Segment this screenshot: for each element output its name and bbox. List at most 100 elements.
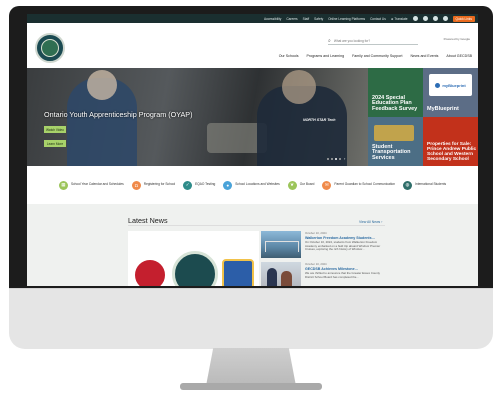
quick-link-registering[interactable]: ◘ Registering for School	[131, 180, 176, 190]
tile-label: 2024 Special Education Plan Feedback Sur…	[372, 94, 418, 113]
nav-about[interactable]: About GECDSB	[446, 54, 472, 58]
slider-dot-active[interactable]	[335, 157, 337, 160]
slider-dot[interactable]	[327, 157, 329, 160]
monitor-chin	[9, 288, 493, 349]
quick-link-school-locations[interactable]: ● School Locations and Websites	[223, 180, 280, 190]
slider-dots: ›	[327, 156, 345, 161]
monitor-stand	[206, 348, 296, 386]
person-image	[267, 268, 277, 286]
tile-myblueprint[interactable]: myBlueprint MyBlueprint	[423, 68, 478, 117]
social-youtube-icon[interactable]	[442, 16, 448, 21]
quick-link-label: EQAO Testing	[195, 182, 216, 187]
school-crest-logo	[132, 257, 168, 286]
topbar-link-careers[interactable]: Careers	[286, 17, 297, 21]
hero-section: NORTH STAR Tech Ontario Youth Apprentice…	[27, 68, 478, 166]
topbar-link-staff[interactable]: Staff	[303, 17, 310, 21]
news-summary: We are thrilled to announce that the Gre…	[305, 271, 380, 279]
tile-label: Properties for Sale: Prince Andrew Publi…	[427, 141, 477, 162]
quick-link-label: International Students	[415, 182, 447, 187]
logo-emblem	[41, 39, 59, 57]
news-thumbnail	[261, 231, 301, 258]
bus-image	[374, 125, 414, 141]
quick-link-label: School Year Calendar and Schedules	[70, 182, 124, 187]
backpack-icon: ◘	[131, 180, 141, 190]
hero-slider[interactable]: NORTH STAR Tech Ontario Youth Apprentice…	[27, 68, 368, 166]
myblueprint-logo-text: myBlueprint	[442, 82, 466, 88]
featured-news-card[interactable]	[128, 231, 259, 286]
divider	[128, 225, 385, 226]
watch-video-button[interactable]: Watch Video	[44, 126, 66, 133]
school-shield-logo	[222, 259, 254, 286]
latest-news-section: Latest News View All News › October 10, …	[27, 204, 478, 286]
nav-programs-learning[interactable]: Programs and Learning	[307, 54, 345, 58]
learn-more-button[interactable]: Learn More	[44, 140, 66, 147]
chevron-right-icon[interactable]: ›	[344, 156, 345, 161]
translate-link[interactable]: ⊕ Translate	[391, 17, 408, 21]
view-all-news-link[interactable]: View All News ›	[359, 220, 382, 224]
news-thumbnail	[261, 262, 301, 286]
social-instagram-icon[interactable]	[432, 16, 438, 21]
myblueprint-icon	[435, 82, 441, 88]
board-seal-logo	[172, 251, 218, 286]
quick-link-parent-communication[interactable]: ✉ Parent Guardian to School Communicatio…	[322, 180, 395, 190]
news-item[interactable]: October 10, 2024 Walkerton Freedom Acade…	[261, 231, 385, 259]
checklist-icon: ✓	[183, 180, 193, 190]
map-pin-icon: ●	[223, 180, 233, 190]
news-date: October 10, 2024	[305, 262, 327, 266]
translate-label: Translate	[394, 16, 408, 21]
social-facebook-icon[interactable]	[412, 16, 418, 21]
website-screen: Accessibility Careers Staff Safety Onlin…	[27, 14, 478, 286]
news-item[interactable]: October 10, 2024 GECDSB Achieves Milesto…	[261, 262, 385, 286]
google-translate-credit: Powered by Google	[443, 37, 470, 41]
quick-links-row: ▦ School Year Calendar and Schedules ◘ R…	[27, 166, 478, 205]
view-all-news-label: View All News	[359, 220, 381, 224]
news-text: October 10, 2024 Walkerton Freedom Acade…	[305, 231, 385, 252]
latest-news-heading: Latest News	[128, 216, 168, 225]
person-image	[281, 271, 292, 286]
topbar-link-safety[interactable]: Safety	[314, 17, 323, 21]
slider-dot[interactable]	[339, 157, 341, 160]
tile-special-education-survey[interactable]: 2024 Special Education Plan Feedback Sur…	[368, 68, 423, 117]
leaf-icon: ❦	[287, 180, 297, 190]
hero-photo-student-head	[87, 70, 117, 100]
news-date: October 10, 2024	[305, 231, 327, 235]
nav-our-schools[interactable]: Our Schools	[279, 54, 299, 58]
search-bar: ⌕	[328, 37, 418, 45]
monitor-base	[180, 383, 322, 390]
quick-link-international[interactable]: ◍ International Students	[403, 180, 447, 190]
globe-icon: ◍	[403, 180, 413, 190]
quick-link-calendar[interactable]: ▦ School Year Calendar and Schedules	[58, 180, 124, 190]
quick-links-label: Quick Links	[455, 16, 472, 21]
chat-icon: ✉	[322, 180, 332, 190]
chevron-right-icon: ›	[381, 220, 383, 224]
search-icon[interactable]: ⌕	[328, 38, 331, 44]
tile-student-transportation[interactable]: Student Transportation Services	[368, 117, 423, 166]
hero-title: Ontario Youth Apprenticeship Program (OY…	[44, 110, 193, 119]
quick-link-label: Registering for School	[143, 182, 176, 187]
quick-link-label: Our Board	[299, 182, 315, 187]
utility-bar: Accessibility Careers Staff Safety Onlin…	[27, 14, 478, 23]
news-text: October 10, 2024 GECDSB Achieves Milesto…	[305, 262, 385, 279]
topbar-link-accessibility[interactable]: Accessibility	[264, 17, 281, 21]
quick-links-button[interactable]: Quick Links	[452, 15, 475, 22]
search-input[interactable]	[333, 38, 414, 43]
nav-news-events[interactable]: News and Events	[410, 54, 438, 58]
hero-shirt-logo: NORTH STAR Tech	[303, 118, 336, 122]
bridge-image	[265, 241, 299, 252]
tile-properties-for-sale[interactable]: Properties for Sale: Prince Andrew Publi…	[423, 117, 478, 166]
quick-link-label: School Locations and Websites	[235, 182, 280, 187]
quick-link-eqao[interactable]: ✓ EQAO Testing	[183, 180, 216, 190]
news-summary: On October 10, 2024, students from Walke…	[305, 240, 381, 252]
tile-label: MyBlueprint	[427, 106, 459, 113]
social-twitter-icon[interactable]	[422, 16, 428, 21]
slider-dot[interactable]	[331, 157, 333, 160]
hero-photo-instructor-head	[282, 70, 316, 104]
topbar-link-online-learning[interactable]: Online Learning Platforms	[328, 17, 365, 21]
nav-family-community[interactable]: Family and Community Support	[352, 54, 402, 58]
quick-link-our-board[interactable]: ❦ Our Board	[287, 180, 315, 190]
calendar-icon: ▦	[58, 180, 68, 190]
main-nav: Our Schools Programs and Learning Family…	[279, 54, 472, 58]
topbar-link-contact[interactable]: Contact Us	[370, 17, 386, 21]
board-logo[interactable]	[35, 33, 65, 63]
site-header: ⌕ Powered by Google Our Schools Programs…	[27, 23, 478, 69]
